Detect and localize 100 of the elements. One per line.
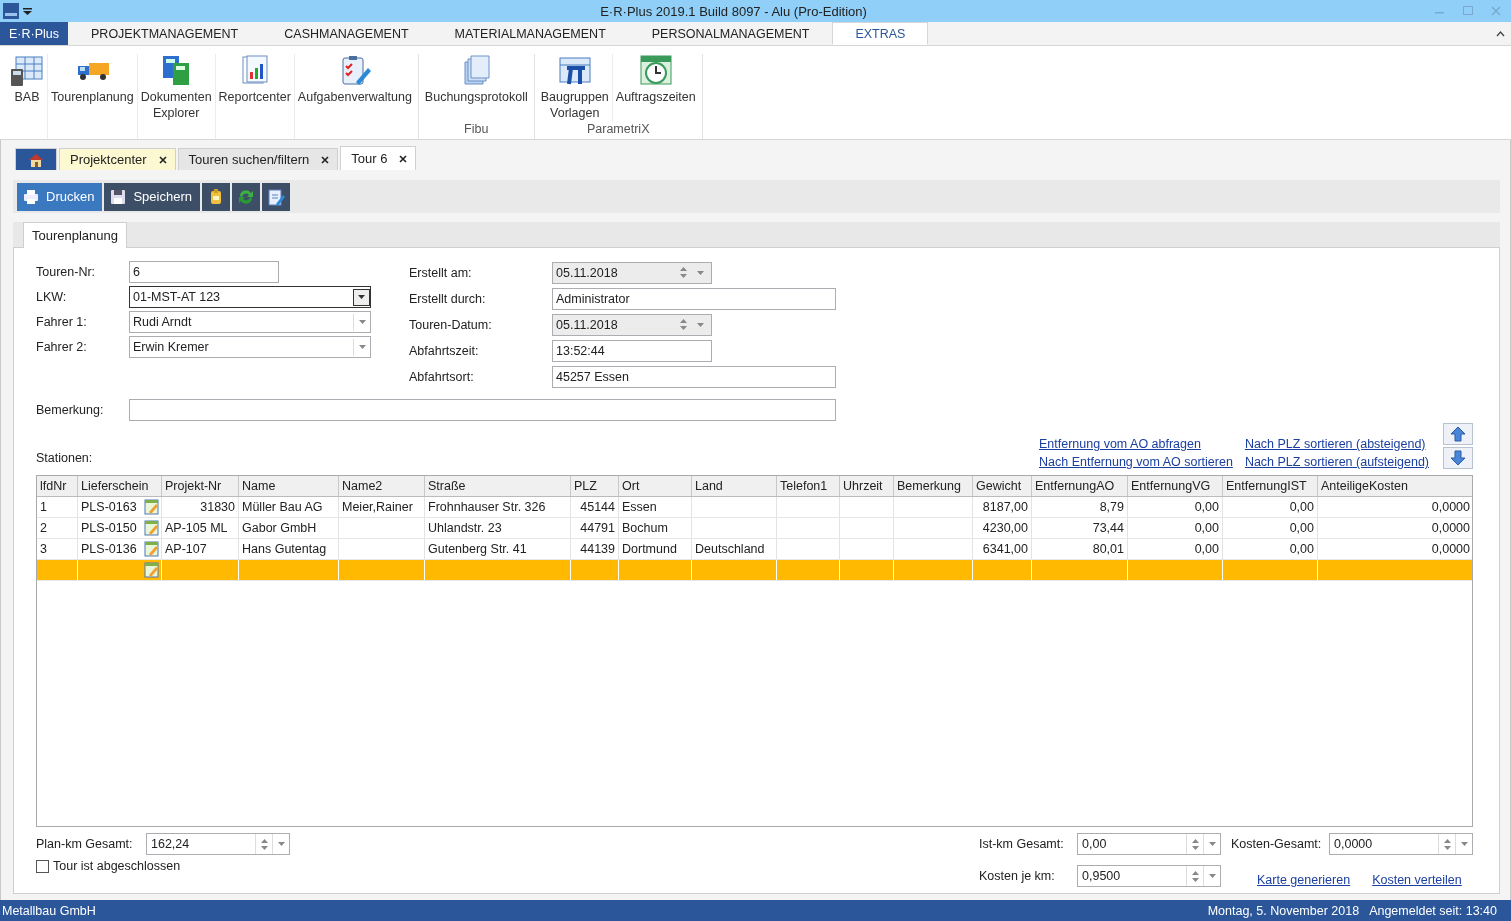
action-link[interactable]: Nach PLZ sortieren (absteigend) bbox=[1244, 437, 1429, 451]
edit-icon[interactable] bbox=[144, 520, 160, 536]
page-tab[interactable]: Tourenplanung bbox=[23, 222, 128, 248]
column-header[interactable]: Telefon1 bbox=[777, 476, 840, 496]
document-tab[interactable]: Projektcenter bbox=[59, 148, 176, 170]
spin-icon[interactable] bbox=[1191, 838, 1199, 850]
collapse-icon[interactable] bbox=[1496, 30, 1505, 37]
column-header[interactable]: Bemerkung bbox=[894, 476, 973, 496]
window-title: E·R·Plus 2019.1 Build 8097 - Alu (Pro-Edition) bbox=[599, 3, 868, 19]
ribbon-button[interactable]: Dokumenten Explorer bbox=[137, 54, 216, 139]
login-time: Angemeldet seit: 13:40 bbox=[1369, 903, 1497, 918]
input-field[interactable]: 45257 Essen bbox=[552, 365, 836, 388]
field-label: Abfahrtsort: bbox=[409, 369, 475, 384]
action-link[interactable]: Entfernung vom AO abfragen bbox=[1039, 437, 1233, 451]
column-header[interactable]: Straße bbox=[425, 476, 571, 496]
column-header[interactable]: EntfernungAO bbox=[1032, 476, 1128, 496]
toolbar-icon-button[interactable] bbox=[231, 182, 260, 211]
home-tab[interactable] bbox=[15, 148, 57, 170]
close-icon[interactable] bbox=[321, 155, 330, 164]
toolbar-button[interactable]: Drucken bbox=[17, 182, 103, 211]
ribbon-button[interactable]: Auftragszeiten bbox=[612, 54, 699, 122]
spin-icon[interactable] bbox=[1443, 838, 1451, 850]
column-header[interactable]: Name bbox=[239, 476, 339, 496]
toolbar-icon-button[interactable] bbox=[261, 182, 290, 211]
action-link[interactable]: Karte generieren bbox=[1257, 873, 1351, 887]
edit-icon[interactable] bbox=[144, 541, 160, 557]
spin-icon[interactable] bbox=[260, 838, 268, 850]
table-cell: 31830 bbox=[200, 500, 235, 514]
section-label: Stationen: bbox=[36, 451, 93, 465]
combo-field[interactable]: Rudi Arndt bbox=[129, 311, 371, 333]
table-cell: Gutenberg Str. 41 bbox=[428, 542, 527, 556]
document-tab[interactable]: Tour 6 bbox=[340, 146, 417, 170]
table-row[interactable]: 2 PLS-0150 AP-105 ML Gabor GmbH Uhlandstr. 23 44791 Bochum 4230,00 73,44 0,00 0,00 0,0000 bbox=[37, 518, 1472, 539]
menu-tab[interactable]: EXTRAS bbox=[832, 22, 929, 45]
action-link[interactable]: Kosten verteilen bbox=[1372, 873, 1462, 887]
caret-icon[interactable] bbox=[358, 295, 365, 299]
column-header[interactable]: EntfernungVG bbox=[1128, 476, 1223, 496]
spin-icon[interactable] bbox=[1191, 870, 1199, 882]
close-icon[interactable] bbox=[158, 155, 167, 164]
field-label: Abfahrtszeit: bbox=[409, 343, 480, 358]
column-header[interactable]: Projekt-Nr bbox=[162, 476, 239, 496]
column-header[interactable]: Lieferschein bbox=[78, 476, 162, 496]
checkbox[interactable] bbox=[36, 859, 49, 873]
table-cell: 6341,00 bbox=[982, 542, 1028, 556]
column-header[interactable]: PLZ bbox=[571, 476, 619, 496]
menu-tab[interactable]: PROJEKTMANAGEMENT bbox=[68, 22, 262, 45]
table-cell: AP-105 ML bbox=[165, 521, 228, 535]
input-field[interactable]: 13:52:44 bbox=[552, 339, 712, 362]
edit-icon[interactable] bbox=[144, 499, 160, 515]
checkbox-label[interactable]: Tour ist abgeschlossen bbox=[53, 859, 181, 873]
move-up-button[interactable] bbox=[1443, 423, 1473, 445]
menu-tab[interactable]: MATERIALMANAGEMENT bbox=[431, 22, 629, 45]
ribbon-button[interactable]: Tourenplanung bbox=[48, 54, 138, 139]
column-header[interactable]: Gewicht bbox=[973, 476, 1032, 496]
move-down-button[interactable] bbox=[1443, 447, 1473, 469]
number-field[interactable]: 0,00 bbox=[1077, 833, 1221, 855]
input-field[interactable]: 6 bbox=[129, 261, 279, 283]
action-link[interactable]: Nach PLZ sortieren (aufsteigend) bbox=[1244, 455, 1429, 469]
column-header[interactable]: AnteiligeKosten bbox=[1318, 476, 1472, 496]
column-header[interactable]: Land bbox=[692, 476, 777, 496]
column-header[interactable]: Uhrzeit bbox=[840, 476, 894, 496]
app-menu-tab[interactable]: E·R·Plus bbox=[0, 22, 68, 45]
company-name: Metallbau GmbH bbox=[2, 903, 96, 918]
action-link[interactable]: Nach Entfernung vom AO sortieren bbox=[1039, 455, 1233, 469]
input-field[interactable] bbox=[129, 399, 836, 421]
document-tab[interactable]: Touren suchen/filtern bbox=[177, 148, 339, 170]
table-cell: 4230,00 bbox=[982, 521, 1028, 535]
column-header[interactable]: lfdNr bbox=[37, 476, 78, 496]
column-header[interactable]: EntfernungIST bbox=[1223, 476, 1318, 496]
ribbon-button[interactable]: Aufgabenverwaltung bbox=[294, 54, 415, 139]
combo-field[interactable]: Erwin Kremer bbox=[129, 336, 371, 358]
menu-tab[interactable]: CASHMANAGEMENT bbox=[261, 22, 432, 45]
dropdown-icon[interactable] bbox=[23, 7, 32, 15]
table-cell: PLS-0136 bbox=[81, 542, 137, 556]
app-icon[interactable] bbox=[3, 3, 19, 19]
number-field[interactable]: 0,9500 bbox=[1077, 865, 1221, 887]
table-cell: Meier,Rainer bbox=[342, 500, 413, 514]
column-header[interactable]: Name2 bbox=[339, 476, 425, 496]
ribbon-button[interactable]: Buchungsprotokoll bbox=[421, 54, 531, 122]
input-field[interactable]: Administrator bbox=[552, 287, 836, 310]
number-field[interactable]: 0,0000 bbox=[1329, 833, 1473, 855]
table-row[interactable]: 1 PLS-0163 31830 Müller Bau AG Meier,Rainer Frohnhauser Str. 326 45144 Essen 8187,00 8,79 0,00 0,00 0,0000 bbox=[37, 497, 1472, 518]
ribbon-button[interactable]: BAB bbox=[7, 54, 48, 139]
toolbar-button[interactable]: Speichern bbox=[104, 182, 200, 211]
close-icon[interactable] bbox=[399, 154, 408, 163]
ribbon-button[interactable]: Baugruppen Vorlagen bbox=[537, 54, 613, 122]
ribbon-button[interactable]: Reportcenter bbox=[215, 54, 295, 139]
table-cell: 8,79 bbox=[1099, 500, 1124, 514]
menu-tab[interactable]: PERSONALMANAGEMENT bbox=[628, 22, 833, 45]
table-cell: Dortmund bbox=[622, 542, 677, 556]
number-field[interactable]: 162,24 bbox=[146, 833, 290, 855]
field-label: Erstellt durch: bbox=[409, 291, 487, 306]
combo-field[interactable]: 01-MST-AT 123 bbox=[129, 286, 371, 308]
edit-icon[interactable] bbox=[144, 562, 160, 578]
table-cell: Frohnhauser Str. 326 bbox=[428, 500, 546, 514]
table-cell: 80,01 bbox=[1092, 542, 1124, 556]
table-cell: 0,00 bbox=[1289, 500, 1314, 514]
table-cell: 44139 bbox=[580, 542, 615, 556]
toolbar-icon-button[interactable] bbox=[201, 182, 230, 211]
column-header[interactable]: Ort bbox=[619, 476, 692, 496]
